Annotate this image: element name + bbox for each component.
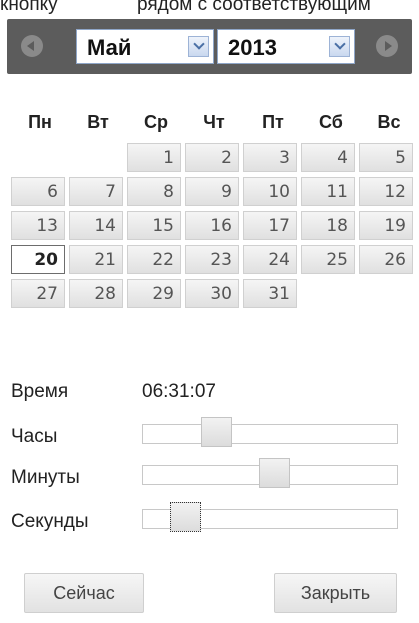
day-cell[interactable]: 19 xyxy=(359,211,413,240)
instruction-text: кнопку рядом с соответствующим xyxy=(0,0,419,14)
day-cell[interactable]: 9 xyxy=(185,177,239,206)
year-select[interactable]: 2013 xyxy=(217,29,355,64)
day-cell[interactable]: 8 xyxy=(127,177,181,206)
day-cell[interactable]: 26 xyxy=(359,245,413,274)
seconds-slider[interactable] xyxy=(142,502,398,532)
day-cell[interactable]: 14 xyxy=(69,211,123,240)
day-cell[interactable]: 11 xyxy=(301,177,355,206)
weekday-label: Сб xyxy=(319,112,343,132)
minutes-label: Минуты xyxy=(11,467,80,488)
day-cell[interactable]: 1 xyxy=(127,143,181,172)
chevron-left-icon[interactable] xyxy=(21,35,43,57)
seconds-slider-handle[interactable] xyxy=(170,502,201,532)
minutes-slider[interactable] xyxy=(142,458,398,488)
day-cell[interactable]: 3 xyxy=(243,143,297,172)
hours-label: Часы xyxy=(11,426,58,447)
calendar-header: Май 2013 xyxy=(7,19,412,74)
weekday-label: Вс xyxy=(377,112,401,132)
day-cell[interactable]: 21 xyxy=(69,245,123,274)
chevron-down-icon[interactable] xyxy=(329,36,350,57)
day-cell[interactable]: 6 xyxy=(11,177,65,206)
day-cell[interactable]: 12 xyxy=(359,177,413,206)
weekday-label: Пт xyxy=(262,112,284,132)
hours-slider-handle[interactable] xyxy=(201,417,232,447)
weekday-header: Пн Вт Ср Чт Пт Сб Вс xyxy=(0,112,419,134)
day-cell[interactable]: 2 xyxy=(185,143,239,172)
day-cell[interactable]: 31 xyxy=(243,279,297,308)
day-cell[interactable]: 15 xyxy=(127,211,181,240)
day-cell[interactable]: 23 xyxy=(185,245,239,274)
year-select-value: 2013 xyxy=(228,35,277,60)
day-cell[interactable]: 22 xyxy=(127,245,181,274)
day-cell[interactable]: 18 xyxy=(301,211,355,240)
day-cell[interactable]: 30 xyxy=(185,279,239,308)
time-label: Время xyxy=(11,381,69,402)
weekday-label: Чт xyxy=(203,112,225,132)
day-cell[interactable]: 24 xyxy=(243,245,297,274)
weekday-label: Пн xyxy=(28,112,52,132)
seconds-label: Секунды xyxy=(11,511,89,532)
day-cell[interactable]: 17 xyxy=(243,211,297,240)
day-cell[interactable]: 13 xyxy=(11,211,65,240)
weekday-label: Ср xyxy=(144,112,168,132)
time-value: 06:31:07 xyxy=(142,381,216,402)
now-button[interactable]: Сейчас xyxy=(24,573,144,613)
hours-slider[interactable] xyxy=(142,417,398,447)
day-cell[interactable]: 29 xyxy=(127,279,181,308)
chevron-down-icon[interactable] xyxy=(188,36,209,57)
day-cell[interactable]: 5 xyxy=(359,143,413,172)
instruction-text-right: рядом с соответствующим xyxy=(137,0,371,14)
day-cell-today[interactable]: 20 xyxy=(11,245,65,274)
month-select-value: Май xyxy=(87,35,132,60)
day-cell[interactable]: 27 xyxy=(11,279,65,308)
month-select[interactable]: Май xyxy=(76,29,214,64)
chevron-right-icon[interactable] xyxy=(376,35,398,57)
close-button[interactable]: Закрыть xyxy=(274,573,397,613)
day-cell[interactable]: 10 xyxy=(243,177,297,206)
instruction-text-left: кнопку xyxy=(0,0,58,14)
day-cell[interactable]: 28 xyxy=(69,279,123,308)
day-cell[interactable]: 7 xyxy=(69,177,123,206)
day-cell[interactable]: 25 xyxy=(301,245,355,274)
minutes-slider-handle[interactable] xyxy=(259,458,290,488)
day-cell[interactable]: 16 xyxy=(185,211,239,240)
day-cell[interactable]: 4 xyxy=(301,143,355,172)
weekday-label: Вт xyxy=(87,112,109,132)
